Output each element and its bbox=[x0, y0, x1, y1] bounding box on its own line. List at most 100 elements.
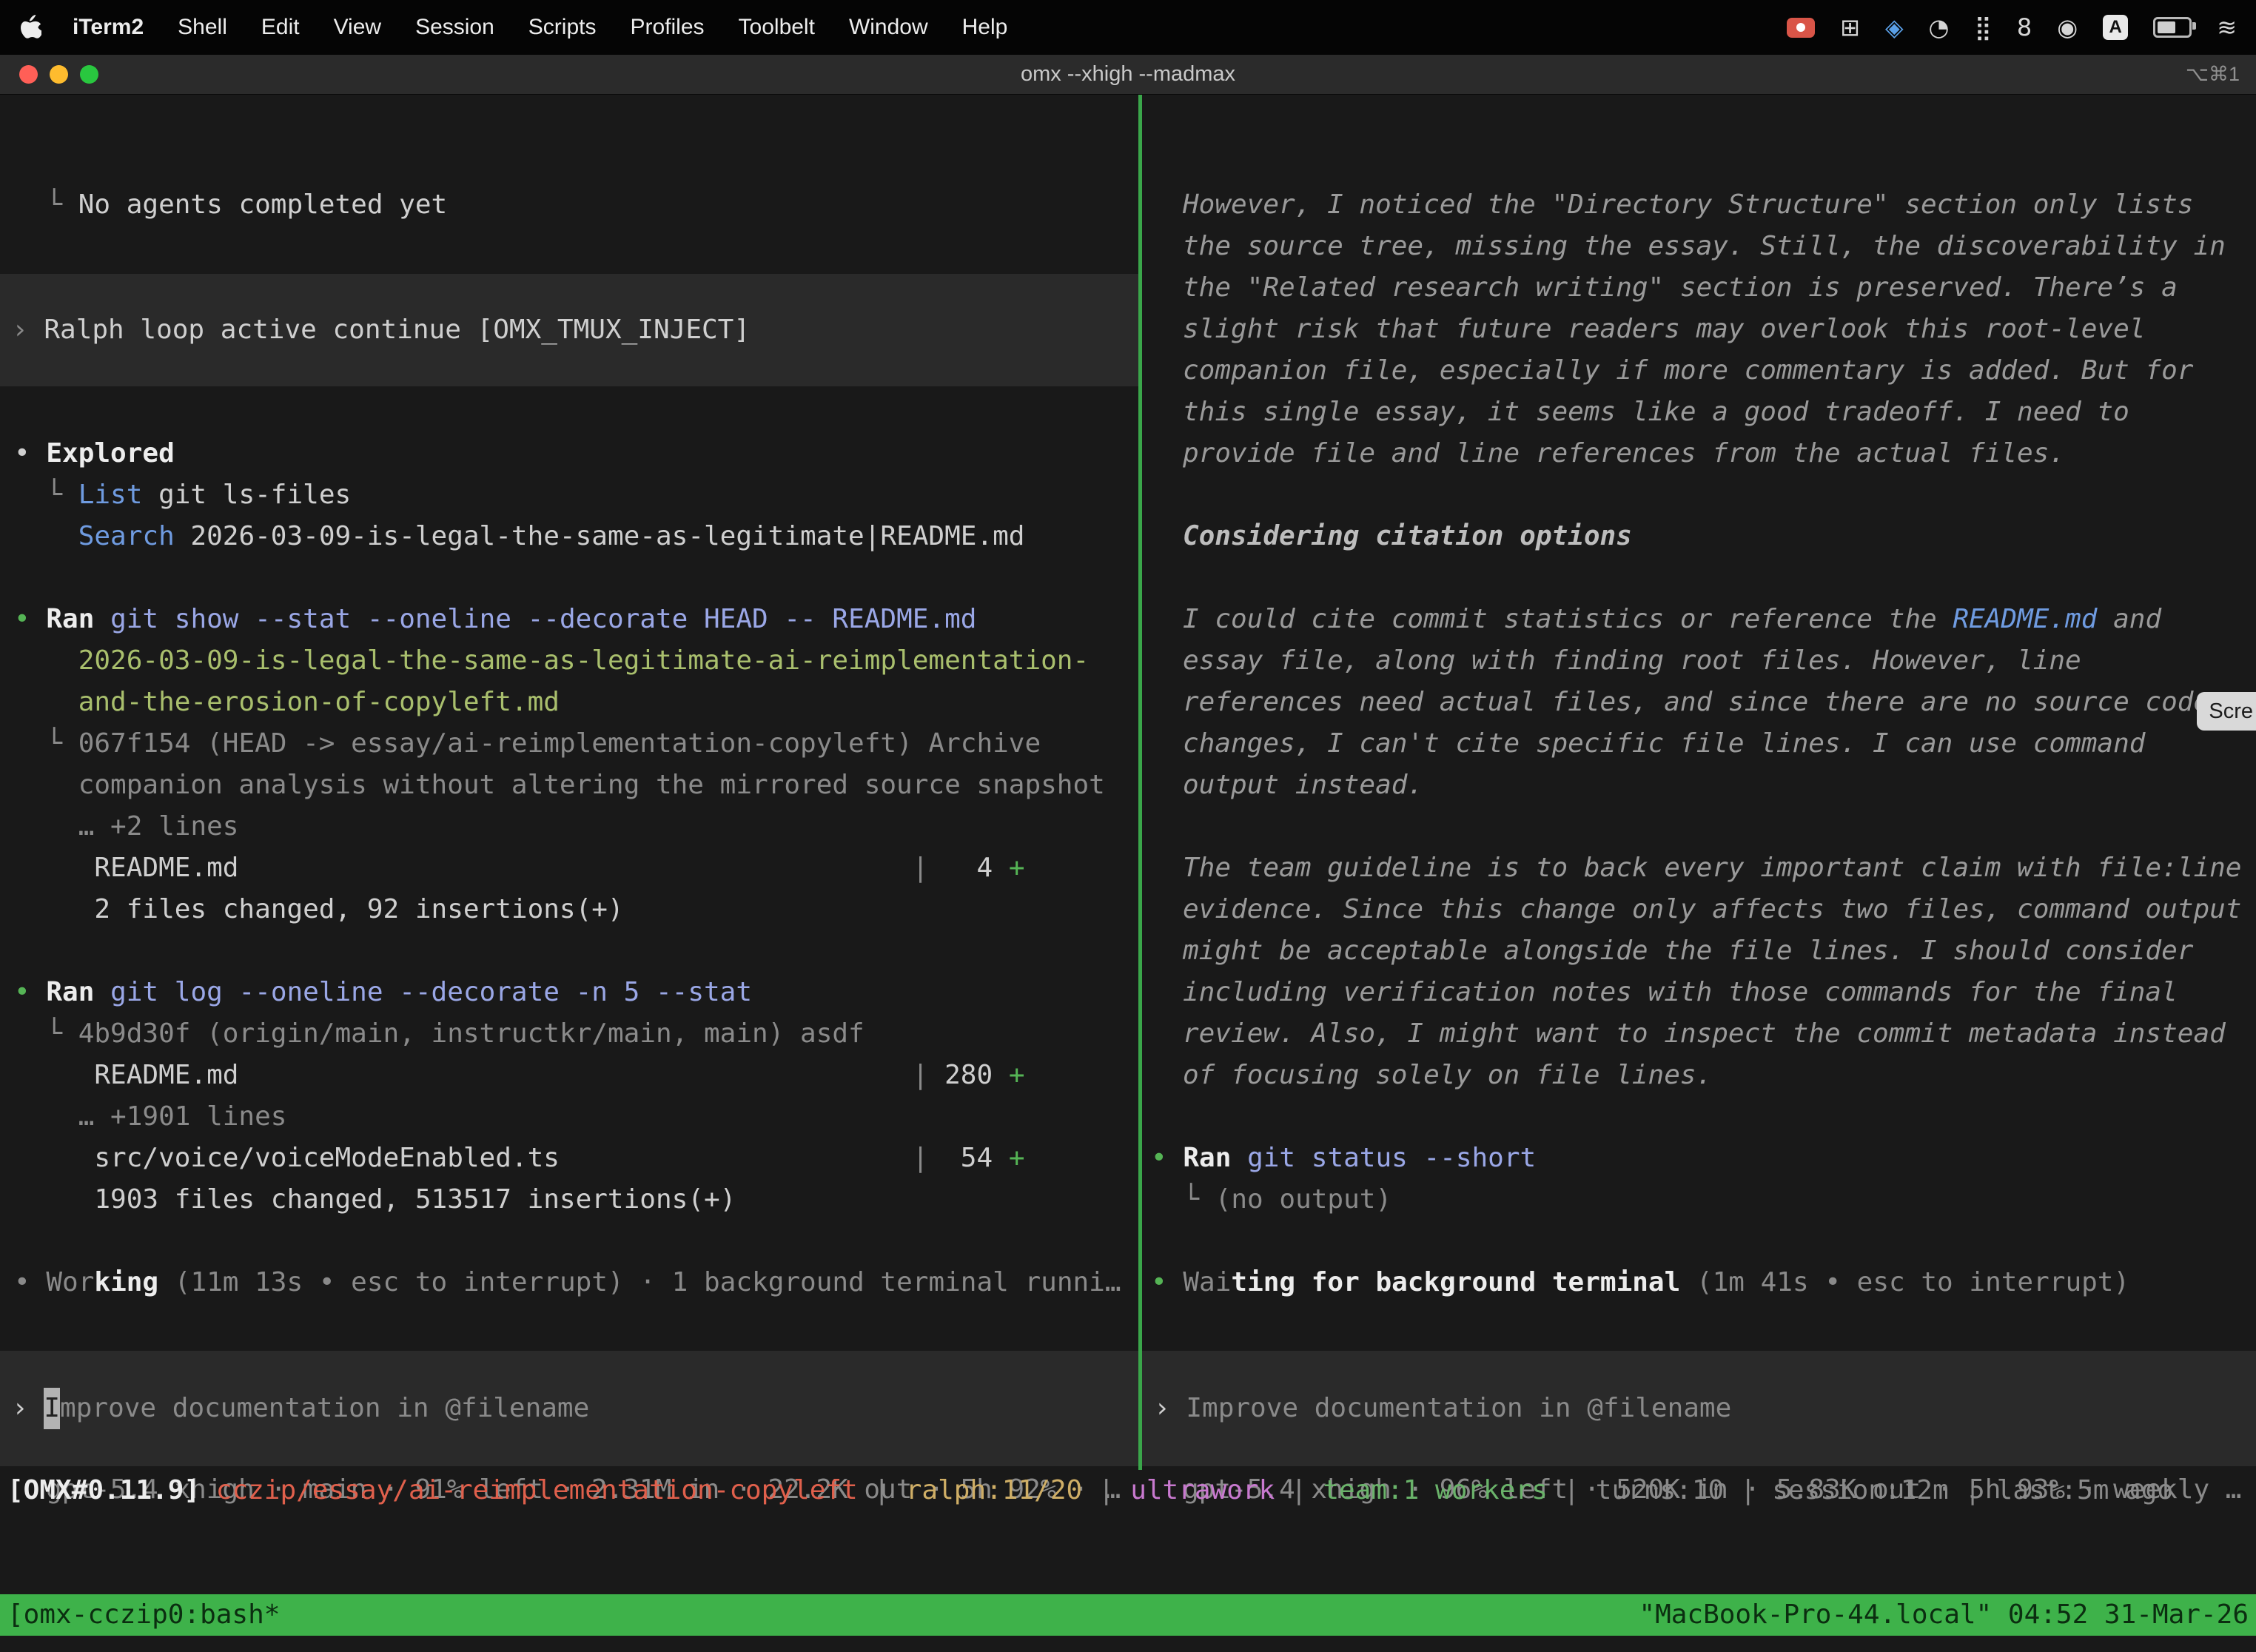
menu-item-profiles[interactable]: Profiles bbox=[630, 15, 704, 40]
left-pane-content: └ No agents completed yet› Ralph loop ac… bbox=[0, 178, 1138, 1511]
window-title-bar[interactable]: omx --xhigh --madmax ⌥⌘1 bbox=[0, 55, 2256, 95]
terminal-line: companion analysis without altering the … bbox=[0, 765, 1138, 806]
terminal-line: • Ran git status --short bbox=[1142, 1138, 2256, 1179]
text-segment: List bbox=[78, 480, 143, 510]
menu-item-session[interactable]: Session bbox=[415, 15, 494, 40]
terminal-line: companion file, especially if more comme… bbox=[1142, 350, 2256, 392]
prompt-input[interactable]: › Improve documentation in @filename bbox=[1142, 1351, 2256, 1466]
minimize-button[interactable] bbox=[50, 65, 68, 84]
text-segment: • bbox=[1151, 1267, 1183, 1297]
spacer bbox=[0, 1303, 1138, 1351]
text-segment: Considering citation options bbox=[1183, 521, 1632, 551]
menu-item-shell[interactable]: Shell bbox=[178, 15, 227, 40]
text-segment: evidence. Since this change only affects… bbox=[1183, 894, 2241, 924]
waiting-spinner-line: • Waiting for background terminal (1m 41… bbox=[1142, 1262, 2256, 1303]
clock-app-icon[interactable]: ◔ bbox=[1929, 16, 1950, 39]
text-segment bbox=[14, 687, 78, 717]
color-swatch-icon[interactable]: ◈ bbox=[1885, 16, 1904, 39]
text-segment: changes, I can't cite specific file line… bbox=[1183, 728, 2145, 759]
text-segment: └ bbox=[14, 728, 78, 759]
text-segment: └ bbox=[1151, 1184, 1215, 1215]
terminal-line: 2 files changed, 92 insertions(+) bbox=[0, 889, 1138, 930]
text-segment: 54 bbox=[928, 1143, 1008, 1173]
text-segment: slight risk that future readers may over… bbox=[1183, 314, 2145, 344]
battery-icon[interactable] bbox=[2153, 17, 2192, 38]
terminal-line: this single essay, it seems like a good … bbox=[1142, 392, 2256, 433]
terminal-line: └ 4b9d30f (origin/main, instructkr/main,… bbox=[0, 1013, 1138, 1055]
text-segment: └ bbox=[14, 480, 78, 510]
screen-share-tooltip[interactable]: Scre bbox=[2197, 692, 2256, 731]
menu-item-window[interactable]: Window bbox=[849, 15, 928, 40]
text-segment: mprove documentation in @filename bbox=[60, 1388, 589, 1429]
terminal-line: of focusing solely on file lines. bbox=[1142, 1055, 2256, 1096]
screen-recording-icon[interactable] bbox=[1787, 18, 1815, 38]
terminal-pane-left[interactable]: └ No agents completed yet› Ralph loop ac… bbox=[0, 95, 1138, 1652]
text-segment: › bbox=[12, 309, 44, 351]
number-key-icon[interactable]: 8 bbox=[2017, 16, 2032, 39]
text-segment: | bbox=[1275, 1475, 1323, 1505]
text-segment: the source tree, missing the essay. Stil… bbox=[1183, 231, 2226, 261]
text-segment bbox=[238, 853, 912, 883]
text-segment: output instead. bbox=[1183, 770, 1423, 800]
terminal-line: • Ran git show --stat --oneline --decora… bbox=[0, 599, 1138, 640]
text-segment: 2 files changed, 92 insertions(+) bbox=[14, 894, 624, 924]
wifi-icon[interactable]: ≋ bbox=[2217, 16, 2237, 39]
menu-item-scripts[interactable]: Scripts bbox=[528, 15, 597, 40]
screen: iTerm2 Shell Edit View Session Scripts Profile… bbox=[0, 0, 2256, 1652]
terminal-line: 2026-03-09-is-legal-the-same-as-legitima… bbox=[0, 640, 1138, 682]
text-segment bbox=[238, 1060, 912, 1090]
camera-icon[interactable]: ◉ bbox=[2057, 16, 2078, 39]
text-segment: companion file, especially if more comme… bbox=[1183, 355, 2193, 386]
text-segment: README.md bbox=[14, 1060, 238, 1090]
text-segment: Ran bbox=[46, 977, 94, 1007]
text-segment: | bbox=[913, 853, 929, 883]
tmux-session-label: [omx-cczip0:bash* bbox=[7, 1594, 280, 1636]
record-dot bbox=[1796, 23, 1805, 32]
apple-menu-icon[interactable] bbox=[19, 15, 41, 40]
zoom-button[interactable] bbox=[80, 65, 98, 84]
text-segment: 1903 files changed, 513517 insertions(+) bbox=[14, 1184, 736, 1215]
dots-grid-icon[interactable]: ⣿ bbox=[1974, 16, 1991, 39]
prompt-input[interactable]: › Improve documentation in @filename bbox=[0, 1351, 1138, 1466]
text-segment: git ls-files bbox=[142, 480, 351, 510]
text-segment: Ran bbox=[1183, 1143, 1231, 1173]
text-segment: + bbox=[1009, 1143, 1025, 1173]
text-segment: • bbox=[14, 438, 46, 469]
terminal-line: essay file, along with finding root file… bbox=[1142, 640, 2256, 682]
terminal-line: evidence. Since this change only affects… bbox=[1142, 889, 2256, 930]
terminal-line: might be acceptable alongside the file l… bbox=[1142, 930, 2256, 972]
terminal-line: README.md | 4 + bbox=[0, 847, 1138, 889]
terminal-line: The team guideline is to back every impo… bbox=[1142, 847, 2256, 889]
blank-line bbox=[1142, 1220, 2256, 1262]
menu-item-toolbelt[interactable]: Toolbelt bbox=[739, 15, 815, 40]
menu-item-help[interactable]: Help bbox=[962, 15, 1008, 40]
menu-item-edit[interactable]: Edit bbox=[261, 15, 300, 40]
spacer bbox=[0, 386, 1138, 433]
close-button[interactable] bbox=[19, 65, 38, 84]
window-grid-icon[interactable]: ⊞ bbox=[1840, 16, 1860, 39]
text-segment: and bbox=[2097, 604, 2161, 634]
text-segment: + bbox=[1009, 1060, 1025, 1090]
terminal-line: • Explored bbox=[0, 433, 1138, 474]
text-segment: and-the-erosion-of-copyleft.md bbox=[78, 687, 560, 717]
spacer bbox=[1142, 1303, 2256, 1351]
menu-bar-status-icons: ⊞ ◈ ◔ ⣿ 8 ◉ A ≋ bbox=[1787, 15, 2237, 40]
text-segment: └ bbox=[14, 189, 78, 220]
text-segment: Explored bbox=[46, 438, 174, 469]
text-segment: this single essay, it seems like a good … bbox=[1183, 397, 2129, 427]
text-segment: (no output) bbox=[1215, 1184, 1391, 1215]
terminal-pane-right[interactable]: However, I noticed the "Directory Struct… bbox=[1142, 95, 2256, 1652]
menu-item-iterm2[interactable]: iTerm2 bbox=[73, 15, 144, 40]
tmux-host-clock: "MacBook-Pro-44.local" 04:52 31-Mar-26 bbox=[1639, 1594, 2249, 1636]
input-source-icon[interactable]: A bbox=[2103, 15, 2128, 40]
text-segment: | bbox=[1548, 1475, 1596, 1505]
omx-version: [OMX#0.11.9] bbox=[7, 1475, 216, 1505]
battery-level bbox=[2158, 21, 2175, 33]
menu-item-view[interactable]: View bbox=[334, 15, 381, 40]
blank-line bbox=[1142, 557, 2256, 599]
terminal-line: src/voice/voiceModeEnabled.ts | 54 + bbox=[0, 1138, 1138, 1179]
text-segment: of focusing solely on file lines. bbox=[1183, 1060, 1712, 1090]
omx-mode: ultrawork bbox=[1130, 1475, 1275, 1505]
terminal-line: the source tree, missing the essay. Stil… bbox=[1142, 226, 2256, 267]
text-segment: | bbox=[858, 1475, 906, 1505]
